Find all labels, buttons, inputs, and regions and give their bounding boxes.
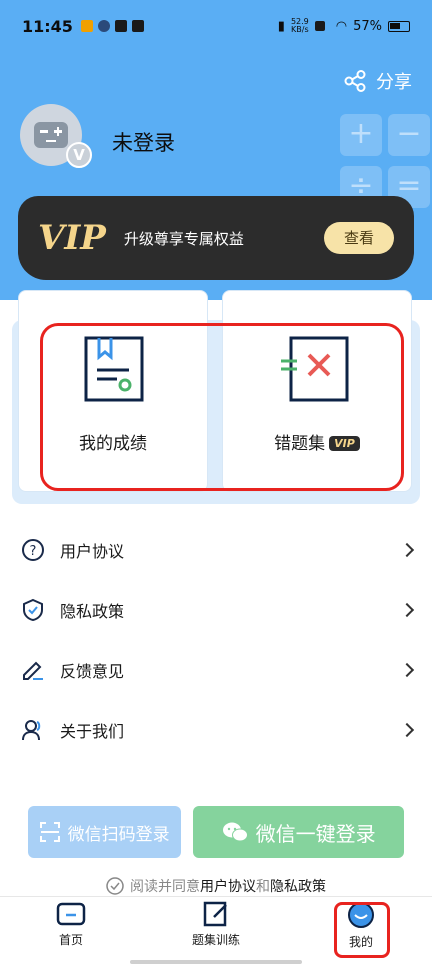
wechat-scan-login-button[interactable]: 微信扫码登录 <box>28 806 182 858</box>
share-label: 分享 <box>376 72 412 93</box>
agreement-link-user[interactable]: 用户协议 <box>200 879 256 895</box>
wifi-icon: ◠ <box>335 18 348 34</box>
status-time: 11:45 <box>22 16 73 36</box>
vip-description: 升级尊享专属权益 <box>123 229 244 248</box>
wechat-icon <box>222 822 248 842</box>
settings-menu: ? 用户协议 隐私政策 反馈意见 关于我们 <box>0 520 432 760</box>
menu-item-about-us[interactable]: 关于我们 <box>0 700 432 760</box>
agree-checkbox-icon[interactable] <box>106 877 124 895</box>
agree-and: 和 <box>256 879 270 895</box>
plus-decoration-icon: + <box>340 114 382 156</box>
tab-practice[interactable]: 题集训练 <box>161 901 271 948</box>
agree-prefix: 阅读并同意 <box>130 879 200 895</box>
scan-icon <box>39 822 60 842</box>
vibrate-icon: ▮ <box>277 18 285 34</box>
avatar[interactable]: V <box>20 104 92 168</box>
menu-item-feedback[interactable]: 反馈意见 <box>0 640 432 700</box>
highlight-cards-box <box>40 323 404 491</box>
battery-icon <box>388 20 410 32</box>
cloud-app-icon <box>97 20 110 32</box>
vip-banner[interactable]: VIP 升级尊享专属权益 查看 <box>18 196 414 280</box>
menu-item-privacy-policy[interactable]: 隐私政策 <box>0 580 432 640</box>
status-bar: 11:45 ▮ 52.9 KB/s ◠ 57% <box>0 0 432 52</box>
notes-app-icon <box>114 20 127 32</box>
practice-edit-icon <box>203 901 227 927</box>
tab-label: 题集训练 <box>191 933 240 947</box>
question-circle-icon: ? <box>20 537 46 563</box>
chevron-right-icon <box>399 662 415 678</box>
menu-label: 隐私政策 <box>60 602 125 621</box>
agreement-link-privacy[interactable]: 隐私政策 <box>270 879 326 895</box>
tab-home[interactable]: 首页 <box>16 901 126 948</box>
wechat-onekey-login-button[interactable]: 微信一键登录 <box>193 806 404 858</box>
menu-label: 反馈意见 <box>60 662 125 681</box>
menu-item-user-agreement[interactable]: ? 用户协议 <box>0 520 432 580</box>
share-icon <box>344 70 366 92</box>
chevron-right-icon <box>399 542 415 558</box>
edit-pen-icon <box>20 657 46 683</box>
users-icon <box>20 717 46 743</box>
menu-label: 用户协议 <box>60 542 125 561</box>
chevron-right-icon <box>399 722 415 738</box>
vip-view-button[interactable]: 查看 <box>324 222 394 254</box>
vip-logo: VIP <box>38 218 106 258</box>
gesture-home-bar[interactable] <box>130 960 302 964</box>
network-speed: 52.9 KB/s <box>290 17 309 34</box>
video-app-icon <box>80 20 93 32</box>
minus-decoration-icon: − <box>388 114 430 156</box>
mail-app-icon <box>131 20 144 32</box>
highlight-tab-box <box>334 902 390 958</box>
home-icon <box>56 902 86 926</box>
share-button[interactable]: 分享 <box>344 68 412 94</box>
menu-label: 关于我们 <box>60 722 125 741</box>
onekey-login-label: 微信一键登录 <box>255 821 376 846</box>
svg-text:?: ? <box>30 544 37 559</box>
no-sim-icon <box>314 21 325 31</box>
chevron-right-icon <box>399 602 415 618</box>
shield-check-icon <box>20 597 46 623</box>
username[interactable]: 未登录 <box>112 127 175 157</box>
battery-percent: 57% <box>353 18 382 34</box>
scan-login-label: 微信扫码登录 <box>67 824 170 845</box>
verified-badge: V <box>66 142 92 168</box>
tab-label: 首页 <box>58 933 83 947</box>
login-buttons: 微信扫码登录 微信一键登录 <box>0 806 432 858</box>
agreement-line: 阅读并同意用户协议和隐私政策 <box>0 876 432 896</box>
